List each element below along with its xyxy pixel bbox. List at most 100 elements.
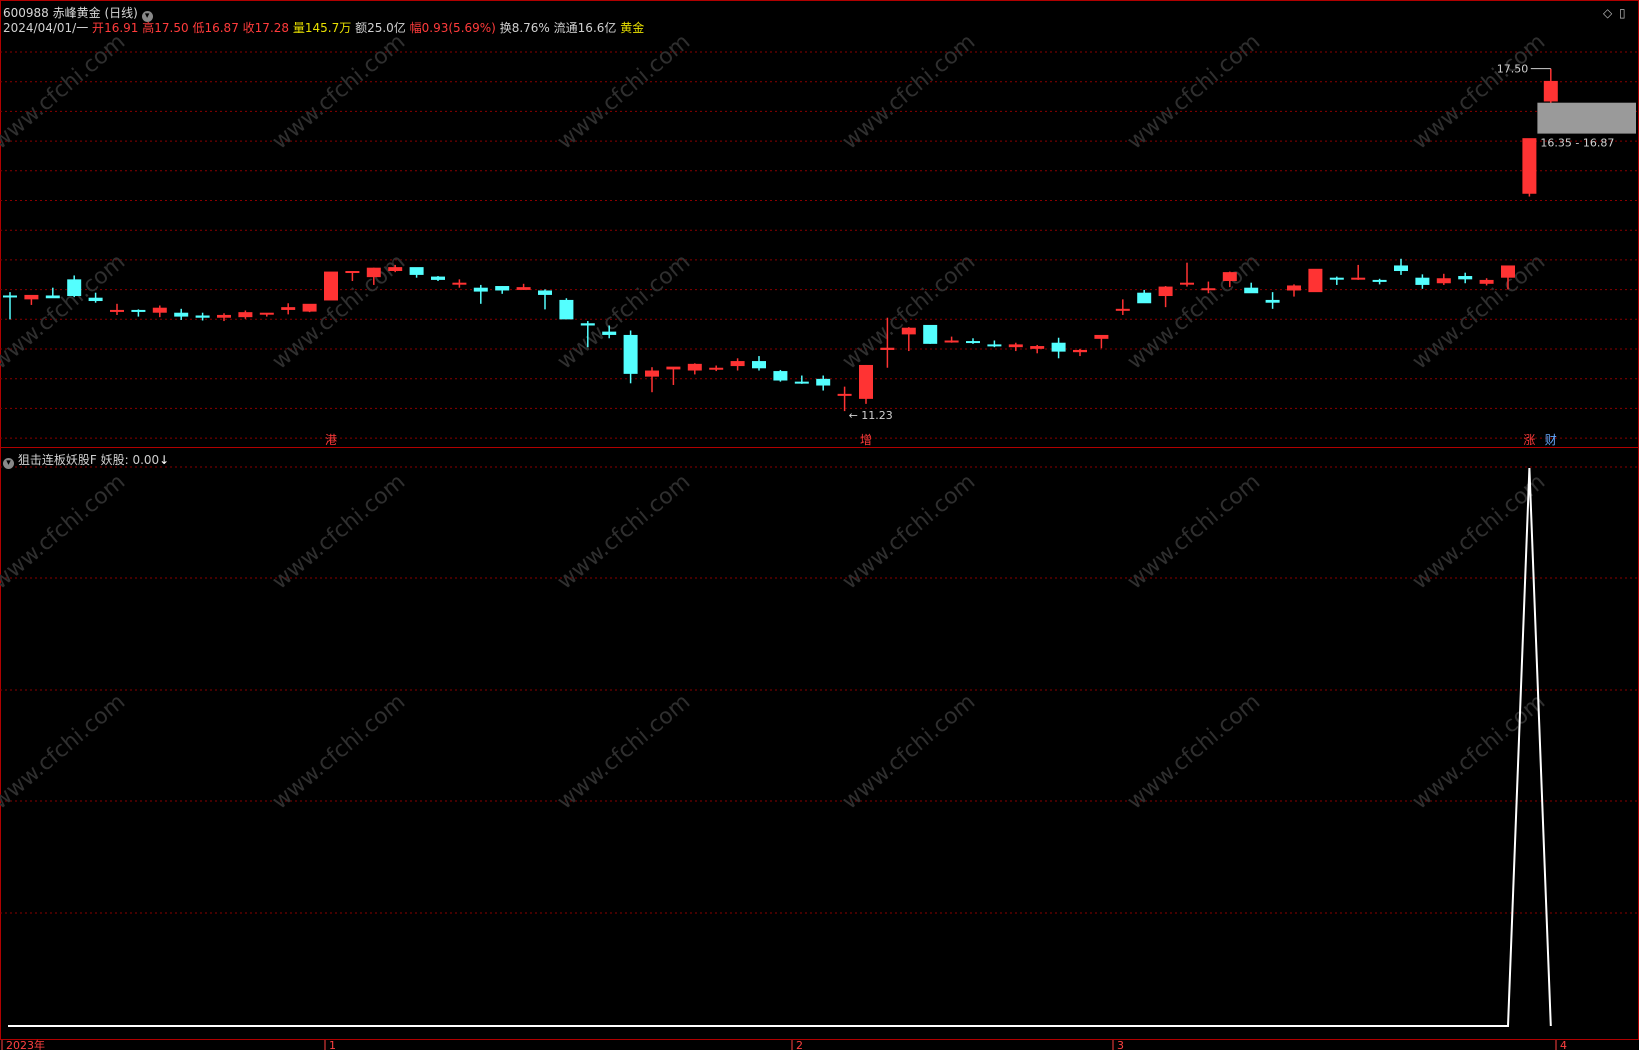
diamond-icon[interactable]: ◇ (1603, 6, 1612, 20)
candle (1372, 278, 1387, 285)
candle-body (259, 312, 274, 315)
event-marker: 增 (860, 433, 872, 447)
candle-body (195, 315, 210, 318)
time-axis-label: 2 (796, 1039, 803, 1050)
indicator-line-label: 妖股: (100, 453, 129, 467)
candle-body (602, 331, 617, 335)
candle (1094, 334, 1109, 349)
candle-body (1094, 334, 1109, 339)
indicator-dropdown-icon[interactable]: ▾ (3, 458, 14, 469)
chart-canvas[interactable]: www.cfchi.com www.cfchi.com www.cfchi.com w… (0, 0, 1639, 1050)
watermark-text: www.cfchi.com (268, 469, 410, 594)
event-marker: 港 (325, 433, 337, 447)
candle-body (730, 361, 745, 367)
time-axis-label: 1 (329, 1039, 336, 1050)
candle-body (1158, 286, 1173, 297)
candle-body (880, 347, 895, 350)
candle-body (773, 371, 788, 381)
candle (559, 298, 574, 320)
candle (901, 327, 916, 352)
candle (174, 308, 189, 320)
candle-body (409, 267, 424, 275)
candle (1265, 292, 1280, 309)
candle (987, 340, 1002, 348)
candle (1394, 258, 1408, 275)
high-label: 高 (142, 21, 155, 35)
candle (794, 375, 809, 384)
float-label: 流通 (553, 21, 578, 35)
candle (666, 366, 681, 385)
candle-body (1051, 342, 1066, 352)
candle (1436, 273, 1451, 285)
watermark-text: www.cfchi.com (1123, 689, 1265, 814)
watermark-text: www.cfchi.com (1123, 29, 1265, 154)
high-price-label: 17.50 (1497, 63, 1529, 76)
volume-value: 145.7万 (304, 21, 352, 35)
candle-body (1329, 277, 1344, 280)
close-value: 17.28 (254, 21, 290, 35)
candle-body (110, 309, 124, 312)
candle (473, 284, 488, 304)
sector-value: 黄金 (620, 21, 645, 35)
candle (1115, 299, 1130, 315)
candle-body (473, 287, 488, 292)
candle-body (1501, 265, 1515, 278)
candle-body (345, 271, 360, 274)
candle-body (1008, 344, 1023, 348)
candle (324, 271, 338, 301)
watermark-text: www.cfchi.com (838, 29, 980, 154)
candle-body (431, 276, 445, 280)
candle-body (666, 366, 681, 370)
candle-body (1351, 277, 1366, 280)
candle-body (1308, 268, 1323, 293)
close-label: 收 (242, 21, 255, 35)
date-value: 2024/04/01/一 (3, 21, 89, 35)
indicator-value: 0.00 (132, 453, 160, 467)
candle-body (859, 364, 873, 399)
candle (1351, 264, 1366, 280)
candle-body (1479, 279, 1494, 284)
candle-body (794, 381, 809, 384)
candle (1008, 342, 1023, 352)
candle (1073, 348, 1087, 357)
candle (152, 305, 167, 318)
candle-body (623, 334, 638, 374)
candle-body (966, 341, 980, 344)
open-value: 16.91 (104, 21, 139, 35)
candle-body (495, 286, 510, 291)
candle-body (152, 307, 167, 313)
candle-body (217, 314, 231, 318)
watermark-text: www.cfchi.com (838, 469, 980, 594)
candle-body (366, 267, 381, 278)
candle-body (302, 303, 317, 312)
watermark-layer: www.cfchi.com www.cfchi.com www.cfchi.com w… (0, 29, 1550, 814)
candle (24, 294, 39, 305)
candle (452, 279, 467, 288)
candle-body (1415, 277, 1430, 285)
candle-body (45, 295, 60, 299)
watermark-text: www.cfchi.com (838, 689, 980, 814)
candle-body (1436, 278, 1451, 284)
watermark-text: www.cfchi.com (838, 249, 980, 374)
indicator-polyline (8, 467, 1552, 1027)
maximize-icon[interactable]: ▯ (1619, 6, 1626, 20)
low-price-label: ← 11.23 (849, 409, 893, 422)
watermark-text: www.cfchi.com (1408, 249, 1550, 374)
candle (1458, 272, 1473, 284)
volume-label: 量 (292, 21, 305, 35)
candle-body (923, 324, 938, 344)
candle (1180, 262, 1194, 287)
candle (238, 310, 253, 319)
low-value: 16.87 (204, 21, 239, 35)
candle (1415, 274, 1430, 289)
period-label: (日线) (104, 6, 138, 20)
candle-body (901, 327, 916, 335)
indicator-arrow: ↓ (159, 453, 170, 467)
watermark-text: www.cfchi.com (553, 29, 695, 154)
candle-body (687, 363, 702, 371)
candle (495, 286, 510, 294)
candle-body (1372, 279, 1387, 282)
candle (516, 283, 531, 290)
indicator-name: 狙击连板妖股F (17, 453, 97, 467)
candle (217, 313, 231, 322)
